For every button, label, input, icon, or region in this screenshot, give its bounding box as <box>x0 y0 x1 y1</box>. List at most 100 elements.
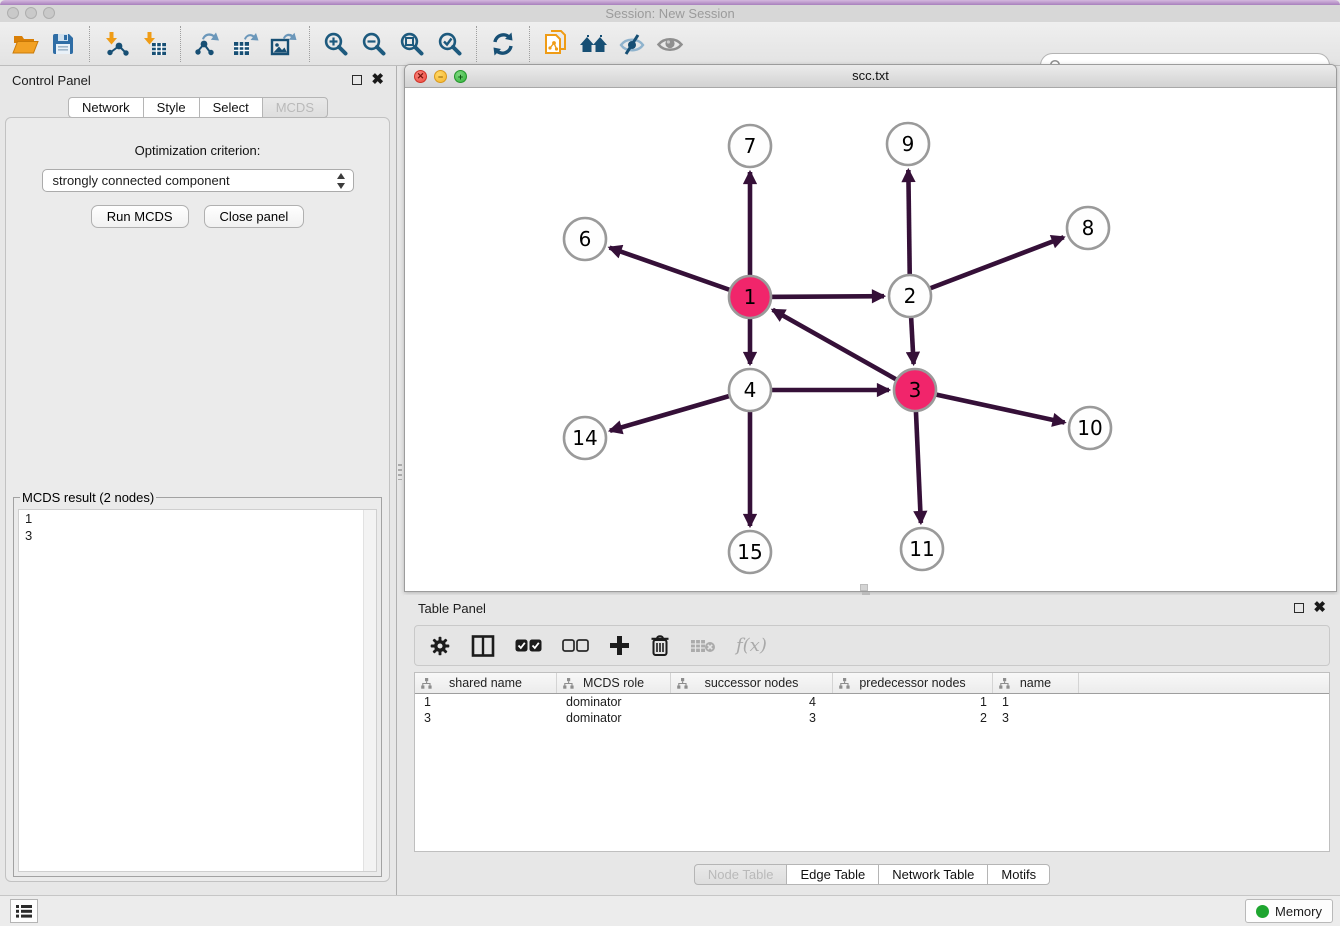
graph-node-label-6: 6 <box>579 227 592 251</box>
table-cell[interactable]: 1 <box>415 694 557 710</box>
home-layout-button[interactable] <box>575 25 613 63</box>
mcds-result-fieldset: MCDS result (2 nodes) 13 <box>13 490 382 877</box>
zoom-in-icon <box>323 31 349 57</box>
delete-table-button[interactable] <box>690 638 716 654</box>
open-session-button[interactable] <box>6 25 44 63</box>
table-cell[interactable]: 3 <box>415 710 557 726</box>
export-table-button[interactable] <box>226 25 264 63</box>
mcds-result-body[interactable]: 13 <box>18 509 377 872</box>
close-panel-button[interactable]: Close panel <box>204 205 305 228</box>
show-all-button[interactable] <box>651 25 689 63</box>
refresh-icon <box>490 31 516 57</box>
import-network-button[interactable] <box>97 25 135 63</box>
table-cell[interactable]: 1 <box>993 694 1079 710</box>
table-options-button[interactable] <box>429 635 451 657</box>
refresh-button[interactable] <box>484 25 522 63</box>
toolbar-separator <box>529 26 530 62</box>
mcds-result-title: MCDS result (2 nodes) <box>20 490 156 505</box>
column-header-shared-name[interactable]: shared name <box>415 673 557 693</box>
graph-edge-2-8[interactable] <box>910 237 1064 296</box>
show-columns-button[interactable] <box>515 639 542 652</box>
table-cell[interactable]: dominator <box>557 710 671 726</box>
column-layout-icon <box>471 635 495 657</box>
dropdown-selected-value: strongly connected component <box>53 173 230 188</box>
optimization-criterion-select[interactable]: strongly connected component <box>42 169 354 192</box>
column-header-successor-nodes[interactable]: successor nodes <box>671 673 833 693</box>
import-table-icon <box>141 31 167 57</box>
table-row[interactable]: 3dominator323 <box>415 710 1329 726</box>
tab-style[interactable]: Style <box>143 97 200 118</box>
duplicate-network-button[interactable] <box>537 25 575 63</box>
column-header-MCDS-role[interactable]: MCDS role <box>557 673 671 693</box>
zoom-selected-button[interactable] <box>431 25 469 63</box>
tab-edge-table[interactable]: Edge Table <box>786 864 879 885</box>
eye-icon <box>656 32 684 56</box>
canvas-scroll-nub[interactable] <box>860 584 868 591</box>
network-graph[interactable]: 7968124314101511 <box>405 88 1336 591</box>
float-table-panel-icon[interactable] <box>1294 603 1304 613</box>
float-panel-icon[interactable] <box>352 75 362 85</box>
column-header-name[interactable]: name <box>993 673 1079 693</box>
table-cell[interactable]: 4 <box>671 694 833 710</box>
graph-edge-1-6[interactable] <box>610 248 750 297</box>
tab-network[interactable]: Network <box>68 97 144 118</box>
table-cell[interactable]: dominator <box>557 694 671 710</box>
hide-columns-button[interactable] <box>562 639 589 652</box>
export-image-button[interactable] <box>264 25 302 63</box>
memory-button[interactable]: Memory <box>1245 899 1333 923</box>
memory-label: Memory <box>1275 904 1322 919</box>
run-mcds-button[interactable]: Run MCDS <box>91 205 189 228</box>
tab-mcds[interactable]: MCDS <box>262 97 328 118</box>
graph-node-label-9: 9 <box>902 132 915 156</box>
network-canvas[interactable]: 7968124314101511 <box>405 88 1336 591</box>
vertical-splitter-grip[interactable] <box>398 464 402 480</box>
network-window-title: scc.txt <box>405 68 1336 83</box>
home-icon <box>579 32 609 56</box>
gear-icon <box>429 635 451 657</box>
zoom-fit-button[interactable] <box>393 25 431 63</box>
table-cell[interactable]: 3 <box>671 710 833 726</box>
table-panel: Table Panel ✖ <box>404 595 1340 888</box>
save-icon <box>51 32 75 56</box>
import-table-button[interactable] <box>135 25 173 63</box>
tab-node-table[interactable]: Node Table <box>694 864 788 885</box>
table-cell[interactable]: 1 <box>833 694 993 710</box>
export-network-icon <box>194 31 221 57</box>
table-cell[interactable]: 3 <box>993 710 1079 726</box>
tab-motifs[interactable]: Motifs <box>987 864 1050 885</box>
plus-icon <box>609 635 630 656</box>
task-history-button[interactable] <box>10 899 38 923</box>
status-bar: Memory <box>0 895 1340 926</box>
trash-icon <box>650 634 670 657</box>
mcds-result-value: 3 <box>19 527 376 544</box>
duplicate-network-icon <box>543 30 569 58</box>
tab-select[interactable]: Select <box>199 97 263 118</box>
graph-node-label-4: 4 <box>744 378 757 402</box>
export-network-button[interactable] <box>188 25 226 63</box>
eye-slash-icon <box>618 32 646 56</box>
add-column-button[interactable] <box>609 635 630 656</box>
mcds-result-value: 1 <box>19 510 376 527</box>
delete-column-button[interactable] <box>650 634 670 657</box>
unchecked-columns-icon <box>562 639 589 652</box>
zoom-in-button[interactable] <box>317 25 355 63</box>
network-window-titlebar[interactable]: ✕ − + scc.txt <box>405 65 1336 88</box>
zoom-out-button[interactable] <box>355 25 393 63</box>
graph-edge-3-1[interactable] <box>773 310 915 390</box>
function-builder-button[interactable]: f(x) <box>736 635 767 656</box>
graph-edge-3-10[interactable] <box>915 390 1065 422</box>
window-title: Session: New Session <box>0 6 1340 21</box>
dropdown-stepper-icon <box>336 173 346 189</box>
save-session-button[interactable] <box>44 25 82 63</box>
table-cell[interactable]: 2 <box>833 710 993 726</box>
result-scrollbar[interactable] <box>363 510 376 871</box>
table-row[interactable]: 1dominator411 <box>415 694 1329 710</box>
column-header-predecessor-nodes[interactable]: predecessor nodes <box>833 673 993 693</box>
hide-selected-button[interactable] <box>613 25 651 63</box>
close-panel-icon[interactable]: ✖ <box>371 75 384 85</box>
checked-columns-icon <box>515 639 542 652</box>
graph-node-label-14: 14 <box>572 426 597 450</box>
column-layout-button[interactable] <box>471 635 495 657</box>
tab-network-table[interactable]: Network Table <box>878 864 988 885</box>
close-table-panel-icon[interactable]: ✖ <box>1313 603 1326 613</box>
